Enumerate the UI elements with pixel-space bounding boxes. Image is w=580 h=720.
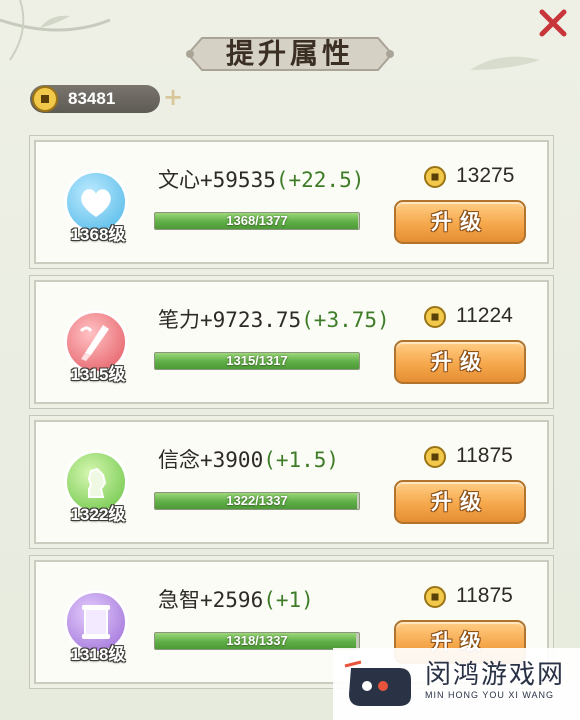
currency-display: 83481 xyxy=(30,85,160,113)
progress-text: 1368/1377 xyxy=(226,213,288,228)
progress-text: 1322/1337 xyxy=(226,493,288,508)
attribute-title: 笔力+9723.75(+3.75) xyxy=(158,304,390,334)
attribute-value: 笔力+9723.75 xyxy=(158,308,302,332)
close-button[interactable] xyxy=(536,6,570,40)
coin-icon xyxy=(424,446,446,468)
level-label: 1315级 xyxy=(70,365,126,384)
attribute-title: 急智+2596(+1) xyxy=(158,584,314,614)
progress-bar: 1368/1377 xyxy=(154,212,360,230)
cost-value: 13275 xyxy=(456,164,515,187)
upgrade-label: 升级 xyxy=(431,349,489,374)
upgrade-label: 升级 xyxy=(431,209,489,234)
title-banner: 提升属性 xyxy=(180,28,400,80)
close-icon xyxy=(539,9,567,37)
level-label: 1318级 xyxy=(70,645,126,664)
page-title: 提升属性 xyxy=(225,37,354,70)
attribute-card-xinnian: 1322级 信念+3900(+1.5) 1322/1337 11875 升级 xyxy=(34,420,549,544)
progress-text: 1318/1337 xyxy=(226,633,288,648)
level-label: 1368级 xyxy=(70,225,126,244)
progress-bar: 1318/1337 xyxy=(154,632,360,650)
watermark-logo-icon xyxy=(344,660,411,706)
cost-value: 11875 xyxy=(456,584,513,607)
cost-value: 11875 xyxy=(456,444,513,467)
attribute-title: 信念+3900(+1.5) xyxy=(158,444,339,474)
upgrade-label: 升级 xyxy=(431,489,489,514)
progress-text: 1315/1317 xyxy=(226,353,288,368)
watermark-pinyin: MIN HONG YOU XI WANG xyxy=(425,690,555,700)
coin-icon xyxy=(32,86,58,112)
coin-icon xyxy=(424,166,446,188)
cost-value: 11224 xyxy=(456,304,513,327)
attribute-title: 文心+59535(+22.5) xyxy=(158,164,364,194)
attribute-delta: (+22.5) xyxy=(275,168,365,192)
currency-value: 83481 xyxy=(68,89,116,108)
upgrade-button[interactable]: 升级 xyxy=(394,200,526,244)
attribute-delta: (+1) xyxy=(263,588,314,612)
level-label: 1322级 xyxy=(70,505,126,524)
attribute-value: 信念+3900 xyxy=(158,448,264,472)
upgrade-button[interactable]: 升级 xyxy=(394,480,526,524)
attribute-value: 急智+2596 xyxy=(158,588,264,612)
watermark-name: 闵鸿游戏网 xyxy=(425,660,566,690)
add-currency-button[interactable]: + xyxy=(162,85,184,109)
attribute-value: 文心+59535 xyxy=(158,168,276,192)
watermark: 闵鸿游戏网 MIN HONG YOU XI WANG xyxy=(333,648,580,720)
upgrade-button[interactable]: 升级 xyxy=(394,340,526,384)
progress-bar: 1322/1337 xyxy=(154,492,360,510)
attribute-card-wenxin: 1368级 文心+59535(+22.5) 1368/1377 13275 升级 xyxy=(34,140,549,264)
attribute-delta: (+1.5) xyxy=(263,448,340,472)
coin-icon xyxy=(424,306,446,328)
coin-icon xyxy=(424,586,446,608)
attribute-delta: (+3.75) xyxy=(301,308,390,332)
attribute-card-bili: 1315级 笔力+9723.75(+3.75) 1315/1317 11224 … xyxy=(34,280,549,404)
progress-bar: 1315/1317 xyxy=(154,352,360,370)
